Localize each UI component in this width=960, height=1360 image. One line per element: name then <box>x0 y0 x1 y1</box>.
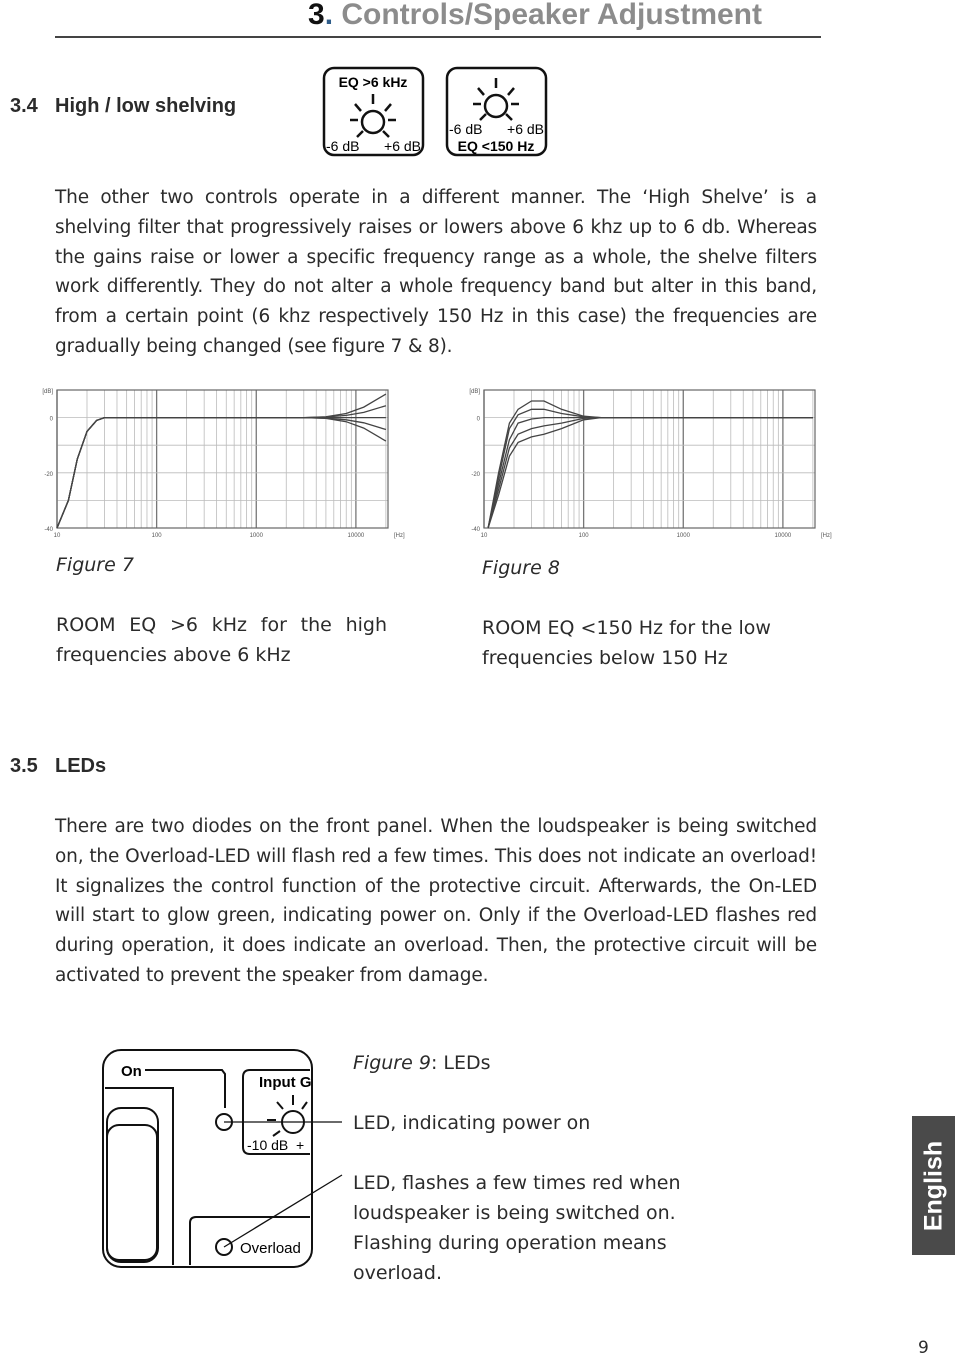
knob-high-label: EQ >6 kHz <box>339 74 408 90</box>
front-panel-diagram: On Input G -10 dB + Overload <box>102 1049 343 1268</box>
callout-overload-led: LED, flashes a few times red when loudsp… <box>353 1172 681 1284</box>
section-title: LEDs <box>55 755 107 777</box>
y-axis-label: [dB] <box>469 389 480 395</box>
figure8-caption: ROOM EQ <150 Hz for the low frequencies … <box>482 617 771 669</box>
svg-text:Overload: Overload <box>240 1240 301 1257</box>
y-tick-label: -20 <box>471 472 480 478</box>
x-tick-label: 100 <box>152 533 163 539</box>
series-line-1 <box>56 405 387 529</box>
figure8-label: Figure 8 <box>482 557 560 579</box>
section-title: High / low shelving <box>55 95 237 117</box>
page-number: 9 <box>918 1338 929 1358</box>
knob-high-icon: EQ >6 kHz -6 dB +6 dB <box>322 66 425 157</box>
x-tick-label: 10000 <box>775 533 792 539</box>
x-tick-label: 10000 <box>348 533 365 539</box>
series-line-0 <box>487 400 813 529</box>
x-axis-label: [Hz] <box>394 533 405 539</box>
callout-on-led: LED, indicating power on <box>353 1112 591 1134</box>
knob-low-label: EQ <150 Hz <box>458 138 535 154</box>
svg-text:-6 dB: -6 dB <box>326 138 359 154</box>
x-tick-label: 1000 <box>677 533 691 539</box>
title-divider <box>55 36 821 38</box>
knob-low-icon: -6 dB +6 dB EQ <150 Hz <box>445 66 548 157</box>
page-title: 3. Controls/Speaker Adjustment <box>308 0 762 31</box>
x-tick-label: 10 <box>481 533 488 539</box>
shelving-paragraph: The other two controls operate in a diff… <box>55 187 817 357</box>
figure8-chart: 0 -20 -40 [dB] 10 100 1000 10000 [Hz] <box>469 389 832 539</box>
figure7-chart: 0 -20 -40 [dB] 10 100 1000 10000 [Hz] <box>42 389 405 539</box>
plot-frame <box>56 389 389 529</box>
y-tick-label: 0 <box>50 417 54 423</box>
plot-frame <box>483 389 816 529</box>
y-tick-label: -40 <box>471 527 480 533</box>
knob-icons: EQ >6 kHz -6 dB +6 dB -6 dB +6 dB EQ <15… <box>322 66 548 157</box>
svg-text:+6 dB: +6 dB <box>507 121 544 137</box>
x-axis-label: [Hz] <box>821 533 832 539</box>
y-tick-label: 0 <box>477 417 481 423</box>
x-tick-label: 100 <box>579 533 590 539</box>
figure7-caption: ROOM EQ >6 kHz for the high frequencies … <box>56 614 387 666</box>
x-tick-label: 10 <box>54 533 61 539</box>
y-tick-label: -40 <box>44 527 53 533</box>
figure7-label: Figure 7 <box>56 554 134 576</box>
section-number: 3.5 <box>10 755 38 777</box>
figure9-label: Figure 9: LEDs <box>353 1052 491 1074</box>
x-tick-label: 1000 <box>250 533 264 539</box>
y-axis-label: [dB] <box>42 389 53 395</box>
leds-paragraph: There are two diodes on the front panel.… <box>55 816 817 986</box>
svg-text:+6 dB: +6 dB <box>384 138 421 154</box>
svg-text:On: On <box>121 1063 142 1080</box>
y-tick-label: -20 <box>44 472 53 478</box>
svg-text:-10 dB +: -10 dB + <box>247 1137 304 1153</box>
section-number: 3.4 <box>10 95 38 117</box>
svg-text:-6 dB: -6 dB <box>449 121 482 137</box>
svg-text:Input G: Input G <box>259 1074 312 1091</box>
series-line-0 <box>56 393 387 529</box>
language-tab: English <box>912 1116 955 1255</box>
